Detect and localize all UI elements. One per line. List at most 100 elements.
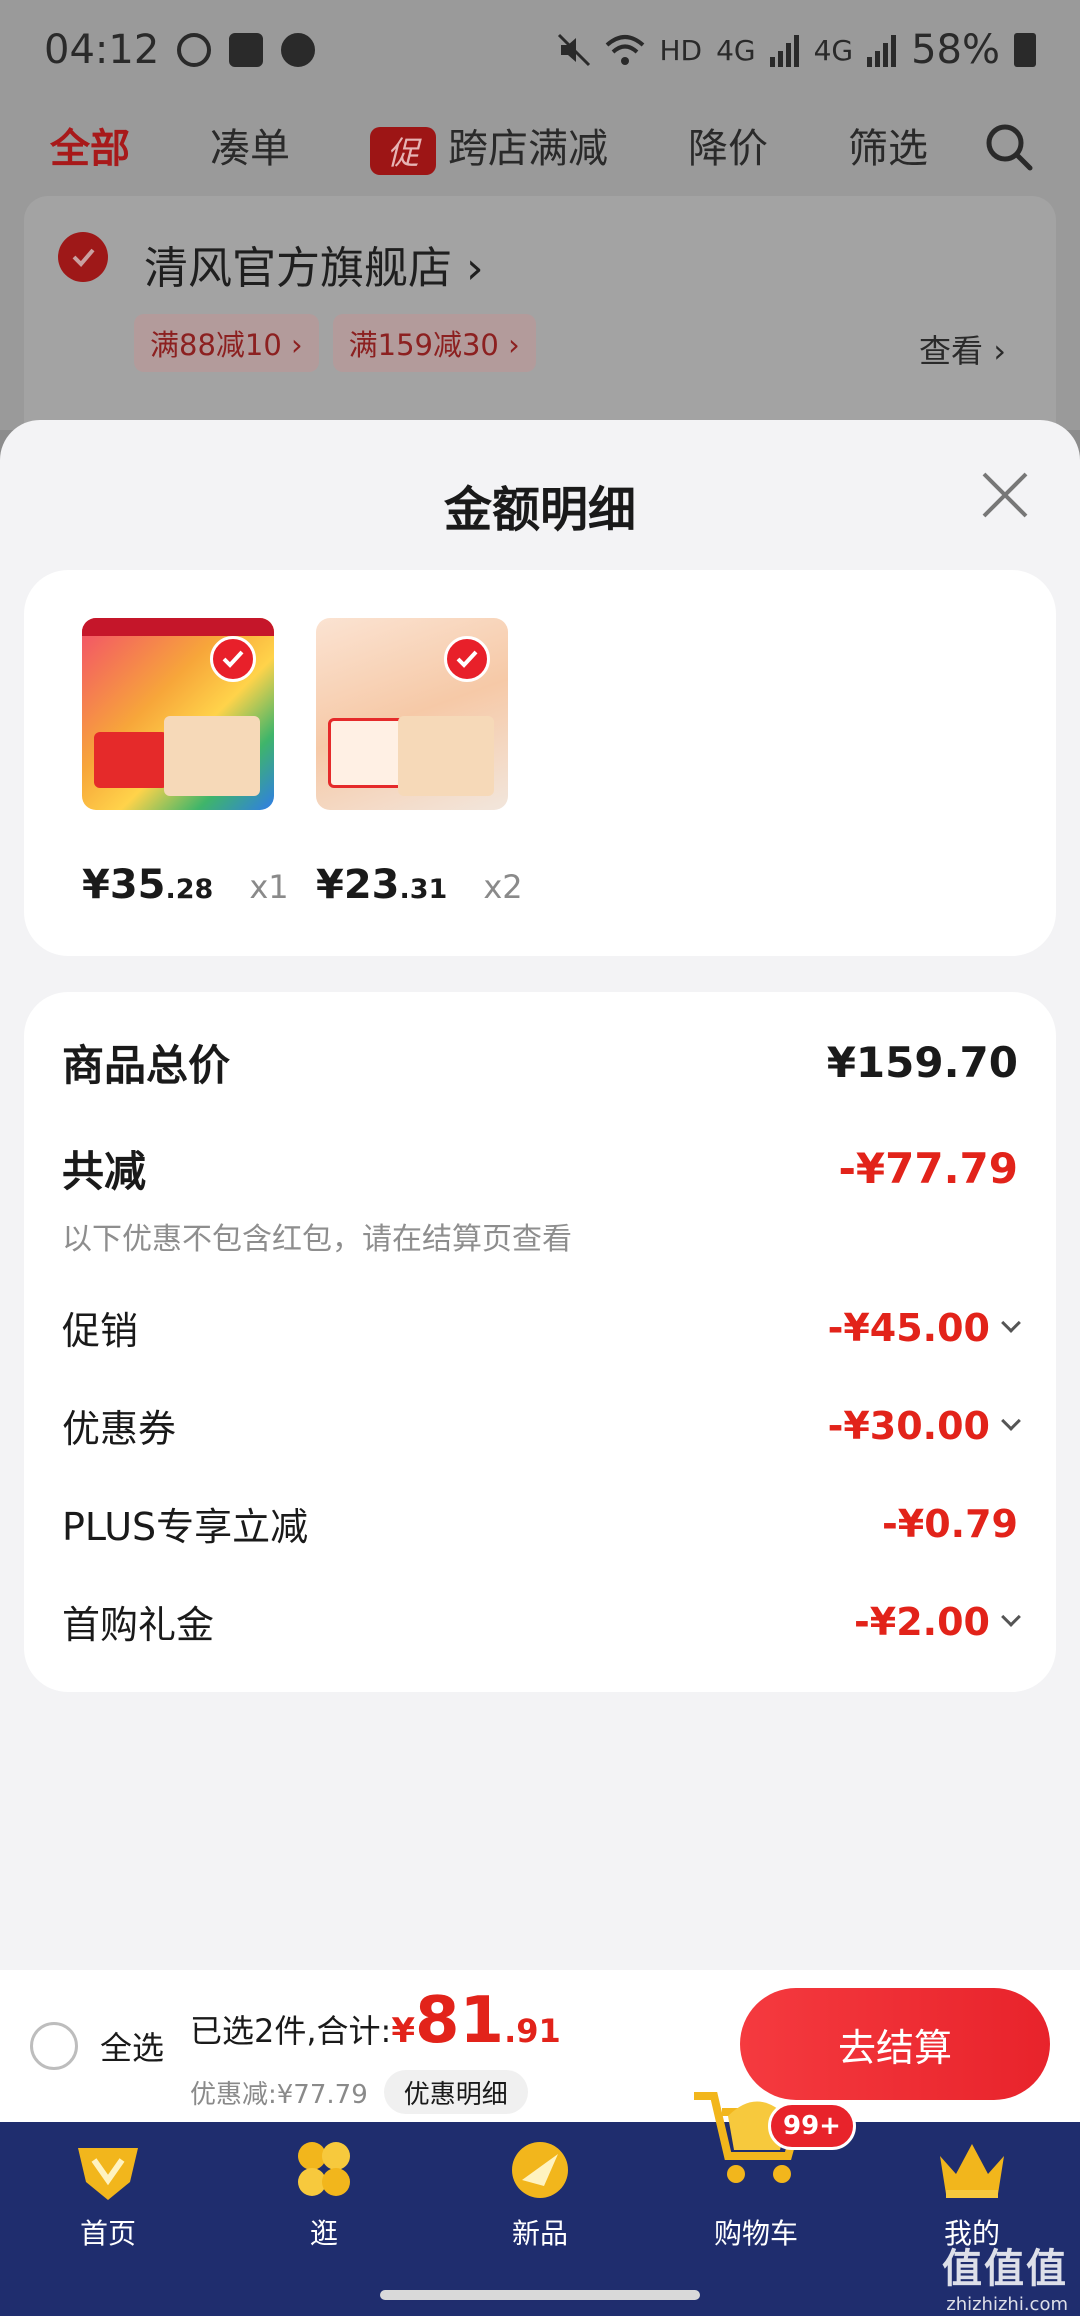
first-purchase-label: 首购礼金 [62, 1603, 215, 1647]
network-hd: HD [659, 33, 703, 67]
selected-count-text: 已选2件,合计: [190, 2012, 392, 2050]
product-price-frac: .31 [399, 874, 448, 905]
promo-chip-159[interactable]: 满159减30 › [332, 314, 536, 372]
crown-icon [940, 2144, 1004, 2198]
product-image[interactable] [316, 618, 508, 810]
chevron-down-icon[interactable] [1001, 1410, 1021, 1431]
coupon-label: 优惠券 [62, 1407, 177, 1451]
thumb-decoration [328, 718, 408, 788]
status-bar: 04:12 HD 4G 4G 58% [0, 0, 1080, 100]
amount-detail-sheet: 金额明细 ¥35 .28 x1 ¥23 .31 x2 商品总价 ¥159.70 … [0, 420, 1080, 1970]
reduction-note: 以下优惠不包含红包，请在结算页查看 [62, 1222, 572, 1257]
chevron-down-icon[interactable] [1001, 1606, 1021, 1627]
signal-icon [769, 35, 799, 67]
tab-new-label: 新品 [511, 2217, 568, 2250]
promo-label: 促销 [62, 1309, 139, 1353]
plus-amount: -¥0.79 [882, 1501, 1018, 1546]
reduction-label: 共减 [62, 1147, 147, 1196]
select-all-radio[interactable] [30, 2022, 78, 2070]
thumb-decoration [82, 618, 274, 636]
thumb-decoration [94, 732, 168, 788]
nav-filter[interactable]: 筛选 [848, 116, 928, 174]
discount-text: 优惠减:¥77.79 [190, 2079, 368, 2110]
discount-detail-button[interactable]: 优惠明细 [383, 2070, 528, 2114]
plus-value: -¥0.79 [882, 1502, 1018, 1546]
amount-detail-card: 商品总价 ¥159.70 共减 -¥77.79 以下优惠不包含红包，请在结算页查… [24, 992, 1056, 1692]
promo-tag: 促 [370, 126, 436, 175]
product-item[interactable]: ¥35 .28 x1 [82, 618, 342, 908]
home-v-icon [78, 2148, 138, 2200]
promo-value: -¥45.00 [827, 1305, 1021, 1350]
network-4g-1: 4G [716, 33, 756, 67]
select-all-label: 全选 [100, 2029, 165, 2067]
site-watermark: 值值值 zhizhizhi.com [942, 2236, 1068, 2315]
products-card: ¥35 .28 x1 ¥23 .31 x2 [24, 570, 1056, 956]
nav-all[interactable]: 全部 [50, 116, 130, 174]
tab-browse-label: 逛 [309, 2217, 338, 2250]
product-item[interactable]: ¥23 .31 x2 [316, 618, 576, 908]
first-purchase-value: -¥2.00 [854, 1600, 1021, 1644]
discount-line: 优惠减:¥77.79 优惠明细 [190, 2070, 528, 2114]
select-all[interactable]: 全选 [30, 2022, 164, 2070]
chevron-down-icon[interactable] [1001, 1312, 1021, 1333]
product-price-frac: .28 [165, 874, 214, 905]
tab-browse[interactable]: 逛 [216, 2122, 432, 2272]
status-time: 04:12 [44, 27, 160, 73]
search-icon[interactable] [984, 122, 1034, 172]
product-price-int: ¥23 [316, 862, 400, 908]
plus-label: PLUS专享立减 [62, 1505, 309, 1549]
promo-row[interactable]: 促销 -¥45.00 [62, 1300, 1021, 1355]
tab-new[interactable]: 新品 [432, 2122, 648, 2272]
battery-percent: 58% [911, 27, 1000, 73]
home-indicator[interactable] [380, 2290, 700, 2300]
tab-home-label: 首页 [79, 2217, 136, 2250]
store-name[interactable]: 清风官方旗舰店 › [144, 232, 484, 296]
thumb-decoration [164, 716, 260, 796]
mute-icon [558, 33, 591, 67]
store-checkbox[interactable] [58, 232, 108, 282]
nav-bundle[interactable]: 凑单 [210, 116, 290, 174]
watermark-url: zhizhizhi.com [946, 2294, 1068, 2315]
tab-cart-label: 购物车 [713, 2217, 798, 2250]
tab-home[interactable]: 首页 [0, 2122, 216, 2272]
bottom-tab-bar: 首页 逛 新品 99+ 购物车 我的 [0, 2092, 1080, 2272]
total-price-label: 商品总价 [62, 1041, 231, 1090]
first-purchase-row[interactable]: 首购礼金 -¥2.00 [62, 1594, 1021, 1649]
coupon-row[interactable]: 优惠券 -¥30.00 [62, 1398, 1021, 1453]
plus-row: PLUS专享立减 -¥0.79 [62, 1496, 1018, 1551]
clover-icon [298, 2142, 350, 2196]
selected-check-icon [444, 636, 490, 682]
image-icon [229, 33, 264, 67]
checkout-summary: 已选2件,合计: ¥ 81 .91 [190, 1984, 561, 2058]
total-int: 81 [415, 1984, 505, 2058]
view-link[interactable]: 查看 › [919, 326, 1006, 372]
close-icon[interactable] [978, 468, 1032, 522]
nav-cross-store[interactable]: 促跨店满减 [370, 116, 608, 175]
promo-amount: -¥45.00 [827, 1305, 990, 1350]
store-card: 清风官方旗舰店 › 满88减10 › 满159减30 › 查看 › [24, 196, 1056, 446]
sync-icon [177, 33, 212, 67]
product-qty: x1 [249, 868, 289, 906]
total-price-row: 商品总价 ¥159.70 [62, 1032, 1018, 1093]
watermark-logo: 值值值 [942, 2246, 1068, 2292]
tab-cart[interactable]: 99+ 购物车 [648, 2092, 864, 2272]
thumb-decoration [398, 716, 494, 796]
checkout-bar: 全选 已选2件,合计: ¥ 81 .91 优惠减:¥77.79 优惠明细 去结算 [0, 1970, 1080, 2122]
network-4g-2: 4G [813, 33, 854, 67]
product-price-int: ¥35 [82, 862, 166, 908]
check-icon [72, 248, 95, 267]
selected-check-icon [210, 636, 256, 682]
reduction-row: 共减 -¥77.79 [62, 1138, 1018, 1199]
promo-chip-88[interactable]: 满88减10 › [134, 314, 319, 372]
cart-badge: 99+ [768, 2102, 856, 2150]
product-qty: x2 [483, 868, 523, 906]
nav-price-drop[interactable]: 降价 [688, 116, 768, 174]
total-frac: .91 [504, 2012, 561, 2050]
sheet-title: 金额明细 [443, 482, 636, 538]
top-filter-nav: 全部 凑单 促跨店满减 降价 筛选 [0, 100, 1080, 190]
coupon-value: -¥30.00 [828, 1404, 1021, 1448]
total-price-value: ¥159.70 [826, 1038, 1018, 1087]
new-product-icon [512, 2142, 568, 2198]
product-image[interactable] [82, 618, 274, 810]
battery-icon [1014, 33, 1036, 67]
